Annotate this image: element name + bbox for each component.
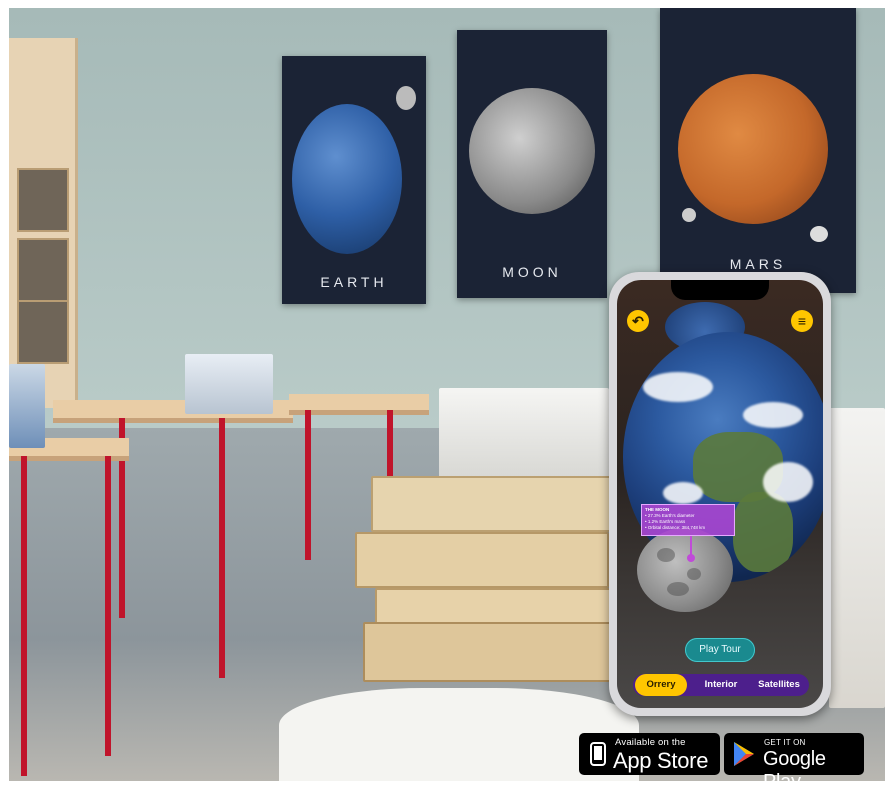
play-tour-button[interactable]: Play Tour bbox=[685, 638, 755, 662]
earth-cloud bbox=[743, 402, 803, 428]
badge-small-text: Available on the bbox=[615, 737, 686, 748]
apple-icon bbox=[590, 742, 606, 766]
cabinet-shelf bbox=[17, 300, 69, 364]
app-store-badge[interactable]: Available on the App Store bbox=[579, 733, 720, 775]
info-pointer-dot bbox=[687, 554, 695, 562]
book bbox=[371, 476, 613, 532]
cabinet bbox=[9, 38, 78, 408]
play-triangle-icon bbox=[734, 742, 754, 766]
cabinet-shelf bbox=[17, 168, 69, 232]
earth-cloud bbox=[663, 482, 703, 504]
phone-notch bbox=[671, 280, 769, 300]
moon-crater bbox=[687, 568, 701, 580]
badge-big-text: App Store bbox=[613, 748, 709, 773]
moon-model[interactable] bbox=[637, 528, 733, 612]
mode-tabbar: Orrery Interior Satellites bbox=[633, 674, 809, 696]
tab-interior[interactable]: Interior bbox=[695, 674, 747, 696]
desk-leg bbox=[21, 456, 27, 776]
moon-info-box: THE MOON • 27.3% Earth's diameter • 1.2%… bbox=[641, 504, 735, 536]
desk-leg bbox=[219, 418, 225, 678]
phone-mockup: THE MOON • 27.3% Earth's diameter • 1.2%… bbox=[609, 272, 831, 716]
badge-small-text: GET IT ON bbox=[764, 738, 806, 747]
desk-leg bbox=[105, 456, 111, 756]
earth-land bbox=[733, 492, 793, 572]
moon-crater bbox=[667, 582, 689, 596]
moon-crater bbox=[657, 548, 675, 562]
badge-big-text: Google Play bbox=[763, 748, 826, 793]
earth-cloud bbox=[643, 372, 713, 402]
poster-earth-moon bbox=[396, 86, 416, 110]
poster-earth-planet bbox=[292, 104, 402, 254]
poster-mars-planet bbox=[678, 74, 828, 224]
cabinet-shelf bbox=[17, 238, 69, 302]
book bbox=[355, 532, 609, 588]
book-stack bbox=[185, 354, 273, 414]
book bbox=[363, 622, 613, 682]
menu-lines-icon[interactable]: ≡ bbox=[791, 310, 813, 332]
poster-mars-moon bbox=[682, 208, 696, 222]
poster-mars: MARS bbox=[660, 8, 856, 293]
tab-orrery[interactable]: Orrery bbox=[635, 674, 687, 696]
undo-arrow-icon[interactable]: ↶ bbox=[627, 310, 649, 332]
poster-title: EARTH bbox=[320, 274, 388, 290]
poster-title: MARS bbox=[729, 256, 787, 272]
tab-satellites[interactable]: Satellites bbox=[751, 674, 807, 696]
earth-cloud bbox=[763, 462, 813, 502]
poster-moon-planet bbox=[469, 88, 595, 214]
poster-moon: MOON bbox=[457, 30, 607, 298]
desk-leg bbox=[305, 410, 311, 560]
app-screen: THE MOON • 27.3% Earth's diameter • 1.2%… bbox=[617, 280, 823, 708]
google-play-badge[interactable]: GET IT ON Google Play bbox=[724, 733, 864, 793]
poster-earth: EARTH bbox=[282, 56, 426, 304]
paper-stack bbox=[439, 388, 609, 478]
poster-mars-moon bbox=[810, 226, 828, 242]
paper-stack bbox=[829, 408, 885, 708]
book-stack bbox=[9, 364, 45, 448]
poster-title: MOON bbox=[502, 264, 562, 280]
info-line: • Orbital distance: 384,748 km bbox=[645, 525, 706, 530]
